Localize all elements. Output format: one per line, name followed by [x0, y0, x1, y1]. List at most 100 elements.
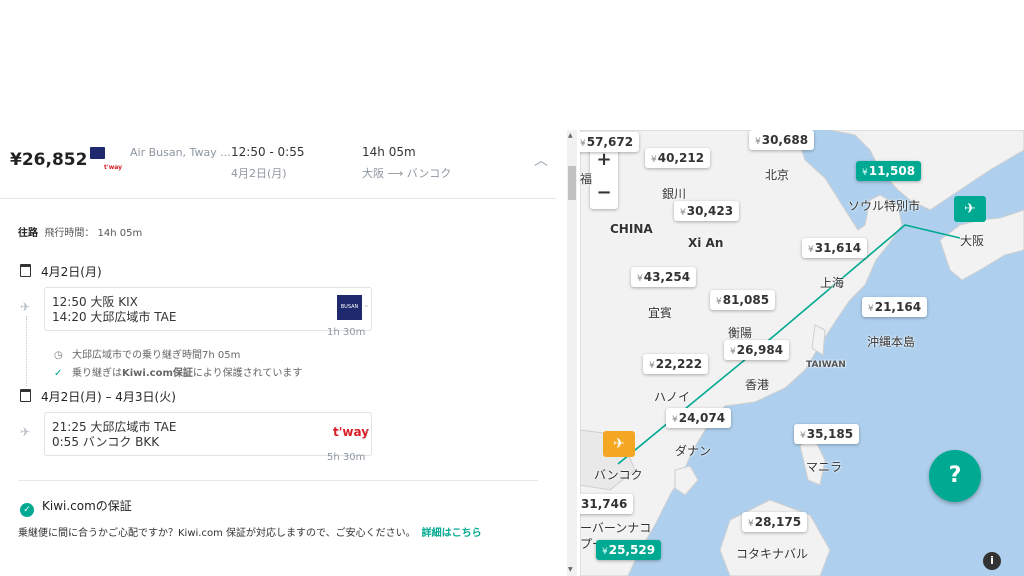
pin-price: 11,508 — [868, 164, 916, 178]
scrollbar[interactable]: ▲ ▼ — [567, 130, 577, 576]
flight-route: 大阪 ⟶ バンコク — [362, 167, 452, 180]
timeline-line — [26, 316, 27, 386]
plane-icon: ✈ — [20, 425, 31, 439]
map-label: 香港 — [745, 378, 770, 392]
pin-price: 30,688 — [761, 133, 809, 147]
protection-text-end: により保護されています — [192, 368, 303, 379]
pin-currency: ¥ — [649, 361, 655, 371]
help-button[interactable]: ? — [929, 450, 981, 502]
price-pin[interactable]: ¥28,175 — [742, 512, 808, 532]
scroll-down-arrow[interactable]: ▼ — [568, 566, 573, 573]
price-pin[interactable]: ¥22,222 — [643, 354, 709, 374]
protection-note: ✓ 乗り継ぎはKiwi.com保証により保護されています — [54, 364, 302, 379]
check-icon: ✓ — [54, 368, 63, 379]
map-label: 銀川 — [662, 187, 687, 201]
origin-airport-icon[interactable]: ✈ — [603, 431, 635, 457]
price-pin[interactable]: ¥26,984 — [724, 340, 790, 360]
pin-currency: ¥ — [580, 139, 586, 149]
map-label: ハノイ — [654, 390, 691, 404]
map-label: TAIWAN — [806, 360, 846, 370]
pin-currency: ¥ — [651, 155, 657, 165]
pin-currency: ¥ — [868, 304, 874, 314]
pin-price: 40,212 — [657, 151, 705, 165]
pin-price: 81,085 — [722, 293, 770, 307]
date-row-1: 4月2日(月) — [20, 263, 102, 280]
price-pin[interactable]: ¥40,212 — [645, 148, 711, 168]
pin-price: 25,529 — [608, 543, 656, 557]
pin-currency: ¥ — [808, 245, 814, 255]
map[interactable]: + − 福 北京 銀川 CHINA Xi An ソウル特別市 大阪 上海 宜賓 … — [580, 130, 1024, 576]
map-label: Xi An — [688, 236, 724, 250]
carriers: Air Busan, Tway ... — [130, 146, 231, 159]
price: ¥26,852 — [10, 150, 88, 170]
price-pin[interactable]: 31,746 — [580, 494, 634, 514]
pin-currency: ¥ — [672, 415, 678, 425]
map-label: コタキナバル — [736, 547, 809, 561]
segment-1-duration: 1h 30m — [327, 327, 366, 338]
air-busan-logo: BUSAN — [337, 295, 362, 320]
pin-price: 43,254 — [643, 270, 691, 284]
guarantee-details-link[interactable]: 詳細はこちら — [422, 528, 482, 539]
layover-note: ◷ 大邱広域市での乗り継ぎ時間7h 05m — [54, 346, 240, 361]
protection-brand: Kiwi.com保証 — [122, 368, 193, 379]
scrollbar-thumb[interactable] — [568, 166, 576, 200]
price-pin[interactable]: ¥30,688 — [749, 130, 815, 150]
price-pin[interactable]: ¥21,164 — [862, 297, 928, 317]
pin-currency: ¥ — [862, 168, 868, 178]
chevron-up-icon[interactable]: ︿ — [534, 150, 548, 170]
price-pin[interactable]: ¥57,672 — [580, 132, 640, 152]
pin-price: 22,222 — [655, 357, 703, 371]
price-pin[interactable]: ¥30,423 — [674, 201, 740, 221]
calendar-icon — [20, 389, 31, 402]
date-row-2: 4月2日(月) – 4月3日(火) — [20, 388, 176, 405]
date-label-1: 4月2日(月) — [41, 265, 102, 279]
pin-price: 26,984 — [736, 343, 784, 357]
tway-logo: t'way — [104, 164, 123, 171]
plane-icon: ✈ — [20, 300, 31, 314]
map-label: ーバーンナコ — [580, 521, 652, 535]
destination-airport-icon[interactable]: ✈ — [954, 196, 986, 222]
price-pin-highlighted[interactable]: ¥25,529 — [596, 540, 662, 560]
flight-detail-panel: ¥26,852 t'way Air Busan, Tway ... 12:50 … — [0, 130, 556, 576]
flight-time: 飛行時間： 14h 05m — [44, 228, 143, 239]
pin-currency: ¥ — [748, 519, 754, 529]
guarantee-heading: ✓ Kiwi.comの保証 — [20, 497, 132, 517]
scroll-up-arrow[interactable]: ▲ — [568, 132, 573, 139]
flight-date: 4月2日(月) — [231, 167, 287, 180]
price-pin[interactable]: ¥24,074 — [666, 408, 732, 428]
outbound-header: 往路 飛行時間： 14h 05m — [18, 224, 142, 239]
itinerary-summary[interactable]: ¥26,852 t'way Air Busan, Tway ... 12:50 … — [0, 130, 556, 199]
chevron-updown-icon: ⌃ — [363, 304, 370, 313]
outbound-label: 往路 — [18, 228, 38, 239]
price-pin[interactable]: ¥31,614 — [802, 238, 868, 258]
map-label: バンコク — [594, 468, 643, 482]
pin-currency: ¥ — [755, 137, 761, 147]
air-busan-logo — [90, 147, 105, 159]
price-pin[interactable]: ¥35,185 — [794, 424, 860, 444]
clock-icon: ◷ — [54, 350, 63, 361]
map-label: 大阪 — [960, 234, 985, 248]
pin-price: 31,746 — [581, 497, 628, 511]
price-pin-highlighted[interactable]: ¥11,508 — [856, 161, 922, 181]
divider — [18, 480, 538, 481]
price-pin[interactable]: ¥43,254 — [631, 267, 697, 287]
zoom-out-button[interactable]: − — [590, 176, 618, 209]
pin-currency: ¥ — [730, 347, 736, 357]
map-label: 衡陽 — [728, 326, 753, 340]
guarantee-description: 乗継便に間に合うかご心配ですか？Kiwi.com 保証が対応しますので、ご安心く… — [18, 528, 416, 539]
segment-2[interactable]: 21:25 大邱広域市 TAE 0:55 バンコク BKK t'way ⌃ — [44, 412, 372, 456]
map-label: 北京 — [765, 168, 790, 182]
pin-currency: ¥ — [637, 274, 643, 284]
pin-price: 57,672 — [586, 135, 634, 149]
check-circle-icon: ✓ — [20, 503, 34, 517]
map-label: ソウル特別市 — [848, 199, 921, 213]
segment-1[interactable]: 12:50 大阪 KIX 14:20 大邱広域市 TAE BUSAN ⌃ — [44, 287, 372, 331]
pin-currency: ¥ — [680, 208, 686, 218]
info-icon[interactable]: i — [983, 552, 1001, 570]
map-label: 沖縄本島 — [867, 335, 916, 349]
guarantee-text: 乗継便に間に合うかご心配ですか？Kiwi.com 保証が対応しますので、ご安心く… — [18, 524, 482, 539]
segment-2-arrival: 0:55 バンコク BKK — [52, 435, 160, 449]
segment-2-duration: 5h 30m — [327, 452, 366, 463]
price-pin[interactable]: ¥81,085 — [710, 290, 776, 310]
pin-currency: ¥ — [716, 297, 722, 307]
